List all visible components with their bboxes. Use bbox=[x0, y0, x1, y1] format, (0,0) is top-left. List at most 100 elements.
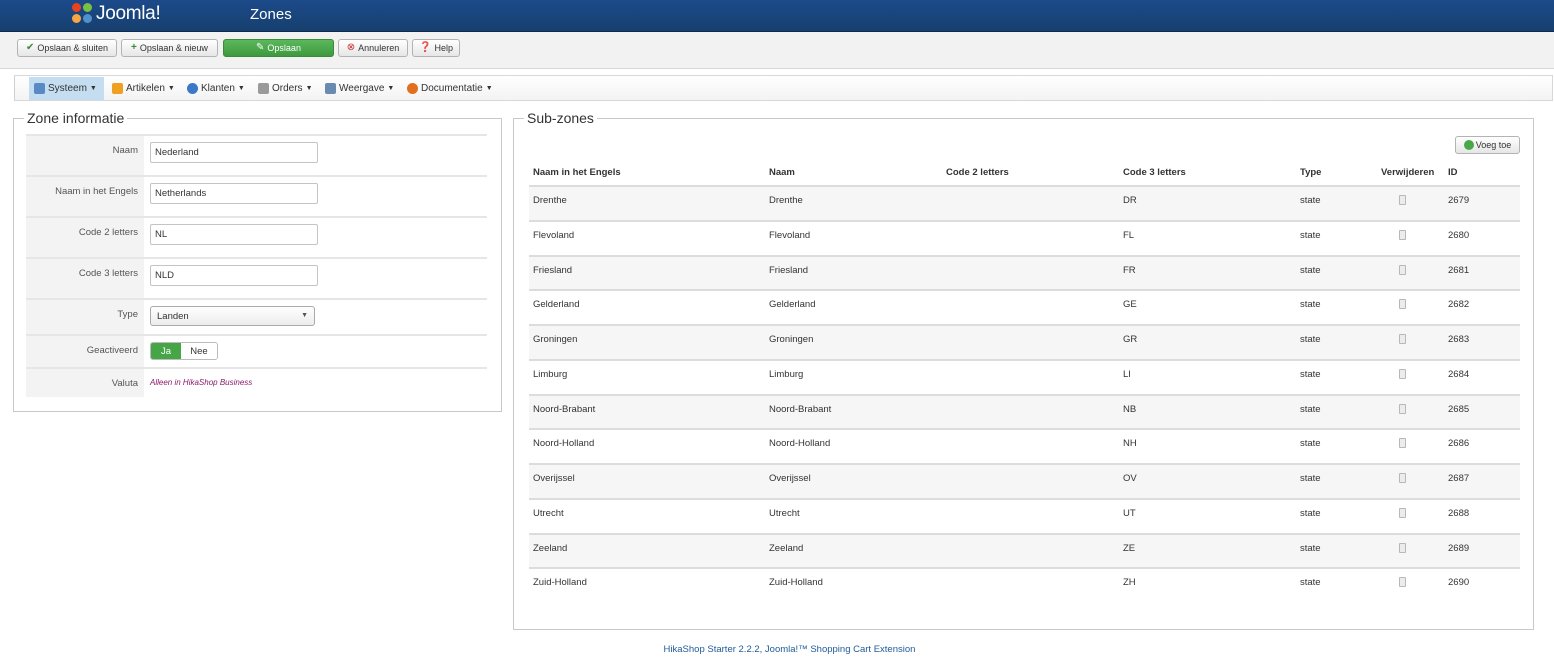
trash-icon[interactable] bbox=[1399, 507, 1406, 518]
help-icon: ❓ bbox=[419, 42, 432, 53]
plus-icon: + bbox=[131, 42, 137, 53]
cell-code3: FR bbox=[1123, 264, 1136, 276]
cell-code3: UT bbox=[1123, 507, 1136, 519]
display-icon bbox=[325, 83, 336, 94]
cell-id: 2687 bbox=[1448, 473, 1470, 484]
trash-icon[interactable] bbox=[1399, 299, 1406, 310]
edit-icon: ✎ bbox=[256, 42, 265, 53]
table-row: Drenthe Drenthe DR state 2679 bbox=[529, 185, 1520, 220]
trash-icon[interactable] bbox=[1399, 334, 1406, 344]
table-row: Groningen Groningen GR state 2683 bbox=[529, 324, 1520, 359]
cell-code3: GE bbox=[1123, 299, 1137, 311]
menu-documentatie[interactable]: Documentatie ▼ bbox=[402, 77, 498, 100]
trash-icon[interactable] bbox=[1399, 229, 1406, 240]
save-close-button[interactable]: ✔ Opslaan & sluiten bbox=[17, 39, 117, 57]
cell-name: Limburg bbox=[769, 368, 804, 380]
form-row-english-name: Naam in het Engels bbox=[26, 175, 487, 216]
cell-english-name[interactable]: Groningen bbox=[533, 334, 577, 345]
help-label: Help bbox=[434, 43, 453, 53]
page-title: Zones bbox=[250, 6, 292, 23]
orders-icon bbox=[258, 83, 269, 94]
cell-id: 2682 bbox=[1448, 299, 1470, 311]
cell-name: Zuid-Holland bbox=[769, 577, 823, 589]
trash-icon[interactable] bbox=[1399, 473, 1406, 483]
code3-input[interactable] bbox=[150, 265, 318, 286]
cell-name: Utrecht bbox=[769, 507, 800, 519]
caret-down-icon: ▼ bbox=[237, 85, 245, 92]
cell-code3: ZH bbox=[1123, 577, 1136, 589]
cell-id: 2685 bbox=[1448, 403, 1470, 415]
menu-label: Documentatie bbox=[421, 83, 483, 94]
cell-english-name[interactable]: Overijssel bbox=[533, 473, 575, 484]
header-bar: Joomla! Zones bbox=[0, 0, 1554, 32]
save-button[interactable]: ✎ Opslaan bbox=[223, 39, 334, 57]
cell-english-name[interactable]: Zeeland bbox=[533, 543, 567, 554]
caret-down-icon: ▼ bbox=[485, 85, 493, 92]
logo-text: Joomla! bbox=[96, 3, 161, 24]
trash-icon[interactable] bbox=[1399, 438, 1406, 449]
code2-input[interactable] bbox=[150, 224, 318, 245]
cell-name: Overijssel bbox=[769, 473, 811, 484]
cell-english-name[interactable]: Limburg bbox=[533, 369, 567, 380]
menu-artikelen[interactable]: Artikelen ▼ bbox=[107, 77, 180, 100]
cancel-icon: ⊗ bbox=[346, 42, 356, 53]
currency-note: Alleen in HikaShop Business bbox=[150, 378, 253, 387]
menu-orders[interactable]: Orders ▼ bbox=[253, 77, 318, 100]
cell-type: state bbox=[1300, 507, 1321, 519]
cell-english-name[interactable]: Utrecht bbox=[533, 508, 564, 519]
cell-type: state bbox=[1300, 577, 1321, 589]
cell-id: 2679 bbox=[1448, 195, 1470, 206]
column-header-id[interactable]: ID bbox=[1448, 167, 1458, 178]
active-yes-option[interactable]: Ja bbox=[151, 343, 181, 359]
table-row: Limburg Limburg LI state 2684 bbox=[529, 358, 1520, 394]
trash-icon[interactable] bbox=[1399, 195, 1406, 205]
column-header-delete: Verwijderen bbox=[1381, 167, 1435, 178]
trash-icon[interactable] bbox=[1399, 403, 1406, 414]
add-subzone-label: Voeg toe bbox=[1475, 140, 1512, 150]
trash-icon[interactable] bbox=[1399, 577, 1406, 588]
menu-label: Systeem bbox=[48, 83, 87, 94]
cell-code3: DR bbox=[1123, 195, 1137, 206]
add-subzone-button[interactable]: Voeg toe bbox=[1455, 136, 1520, 154]
cell-english-name[interactable]: Flevoland bbox=[533, 230, 574, 241]
cell-english-name[interactable]: Gelderland bbox=[533, 299, 579, 310]
cancel-label: Annuleren bbox=[358, 43, 400, 53]
trash-icon[interactable] bbox=[1399, 264, 1406, 275]
table-row: Flevoland Flevoland FL state 2680 bbox=[529, 219, 1520, 255]
form-row-type: Type Landen ▼ bbox=[26, 298, 487, 334]
column-header-code3[interactable]: Code 3 letters bbox=[1123, 167, 1186, 178]
column-header-type[interactable]: Type bbox=[1300, 167, 1321, 178]
cancel-button[interactable]: ⊗ Annuleren bbox=[338, 39, 408, 57]
check-icon: ✔ bbox=[26, 42, 35, 53]
column-header-code2[interactable]: Code 2 letters bbox=[946, 167, 1009, 178]
cell-name: Flevoland bbox=[769, 229, 811, 241]
type-select[interactable]: Landen ▼ bbox=[150, 306, 315, 326]
cell-english-name[interactable]: Drenthe bbox=[533, 195, 567, 206]
english-name-input[interactable] bbox=[150, 183, 318, 204]
cell-english-name[interactable]: Zuid-Holland bbox=[533, 577, 587, 588]
trash-icon[interactable] bbox=[1399, 368, 1406, 379]
footer-link[interactable]: HikaShop Starter 2.2.2, Joomla!™ Shoppin… bbox=[0, 644, 1554, 655]
column-header-name[interactable]: Naam bbox=[769, 167, 795, 178]
menu-weergave[interactable]: Weergave ▼ bbox=[320, 77, 399, 100]
name-input[interactable] bbox=[150, 142, 318, 163]
cell-english-name[interactable]: Noord-Brabant bbox=[533, 404, 595, 415]
trash-icon[interactable] bbox=[1399, 542, 1406, 553]
menu-systeem[interactable]: Systeem ▼ bbox=[29, 77, 104, 100]
save-new-label: Opslaan & nieuw bbox=[139, 43, 208, 53]
joomla-logo[interactable]: Joomla! bbox=[72, 0, 161, 28]
active-no-option[interactable]: Nee bbox=[181, 343, 217, 359]
english-name-label: Naam in het Engels bbox=[26, 177, 144, 216]
code2-label: Code 2 letters bbox=[26, 218, 144, 257]
save-new-button[interactable]: + Opslaan & nieuw bbox=[121, 39, 218, 57]
cell-code3: FL bbox=[1123, 229, 1135, 241]
hikashop-menu: Systeem ▼ Artikelen ▼ Klanten ▼ Orders ▼ Wee… bbox=[14, 75, 1553, 101]
cell-code3: NB bbox=[1123, 403, 1137, 415]
menu-klanten[interactable]: Klanten ▼ bbox=[182, 77, 250, 100]
cell-english-name[interactable]: Noord-Holland bbox=[533, 438, 594, 449]
cell-english-name[interactable]: Friesland bbox=[533, 265, 572, 276]
cell-name: Zeeland bbox=[769, 542, 804, 554]
column-header-english-name[interactable]: Naam in het Engels bbox=[533, 167, 621, 178]
table-row: Overijssel Overijssel OV state 2687 bbox=[529, 463, 1520, 498]
help-button[interactable]: ❓ Help bbox=[412, 39, 460, 57]
